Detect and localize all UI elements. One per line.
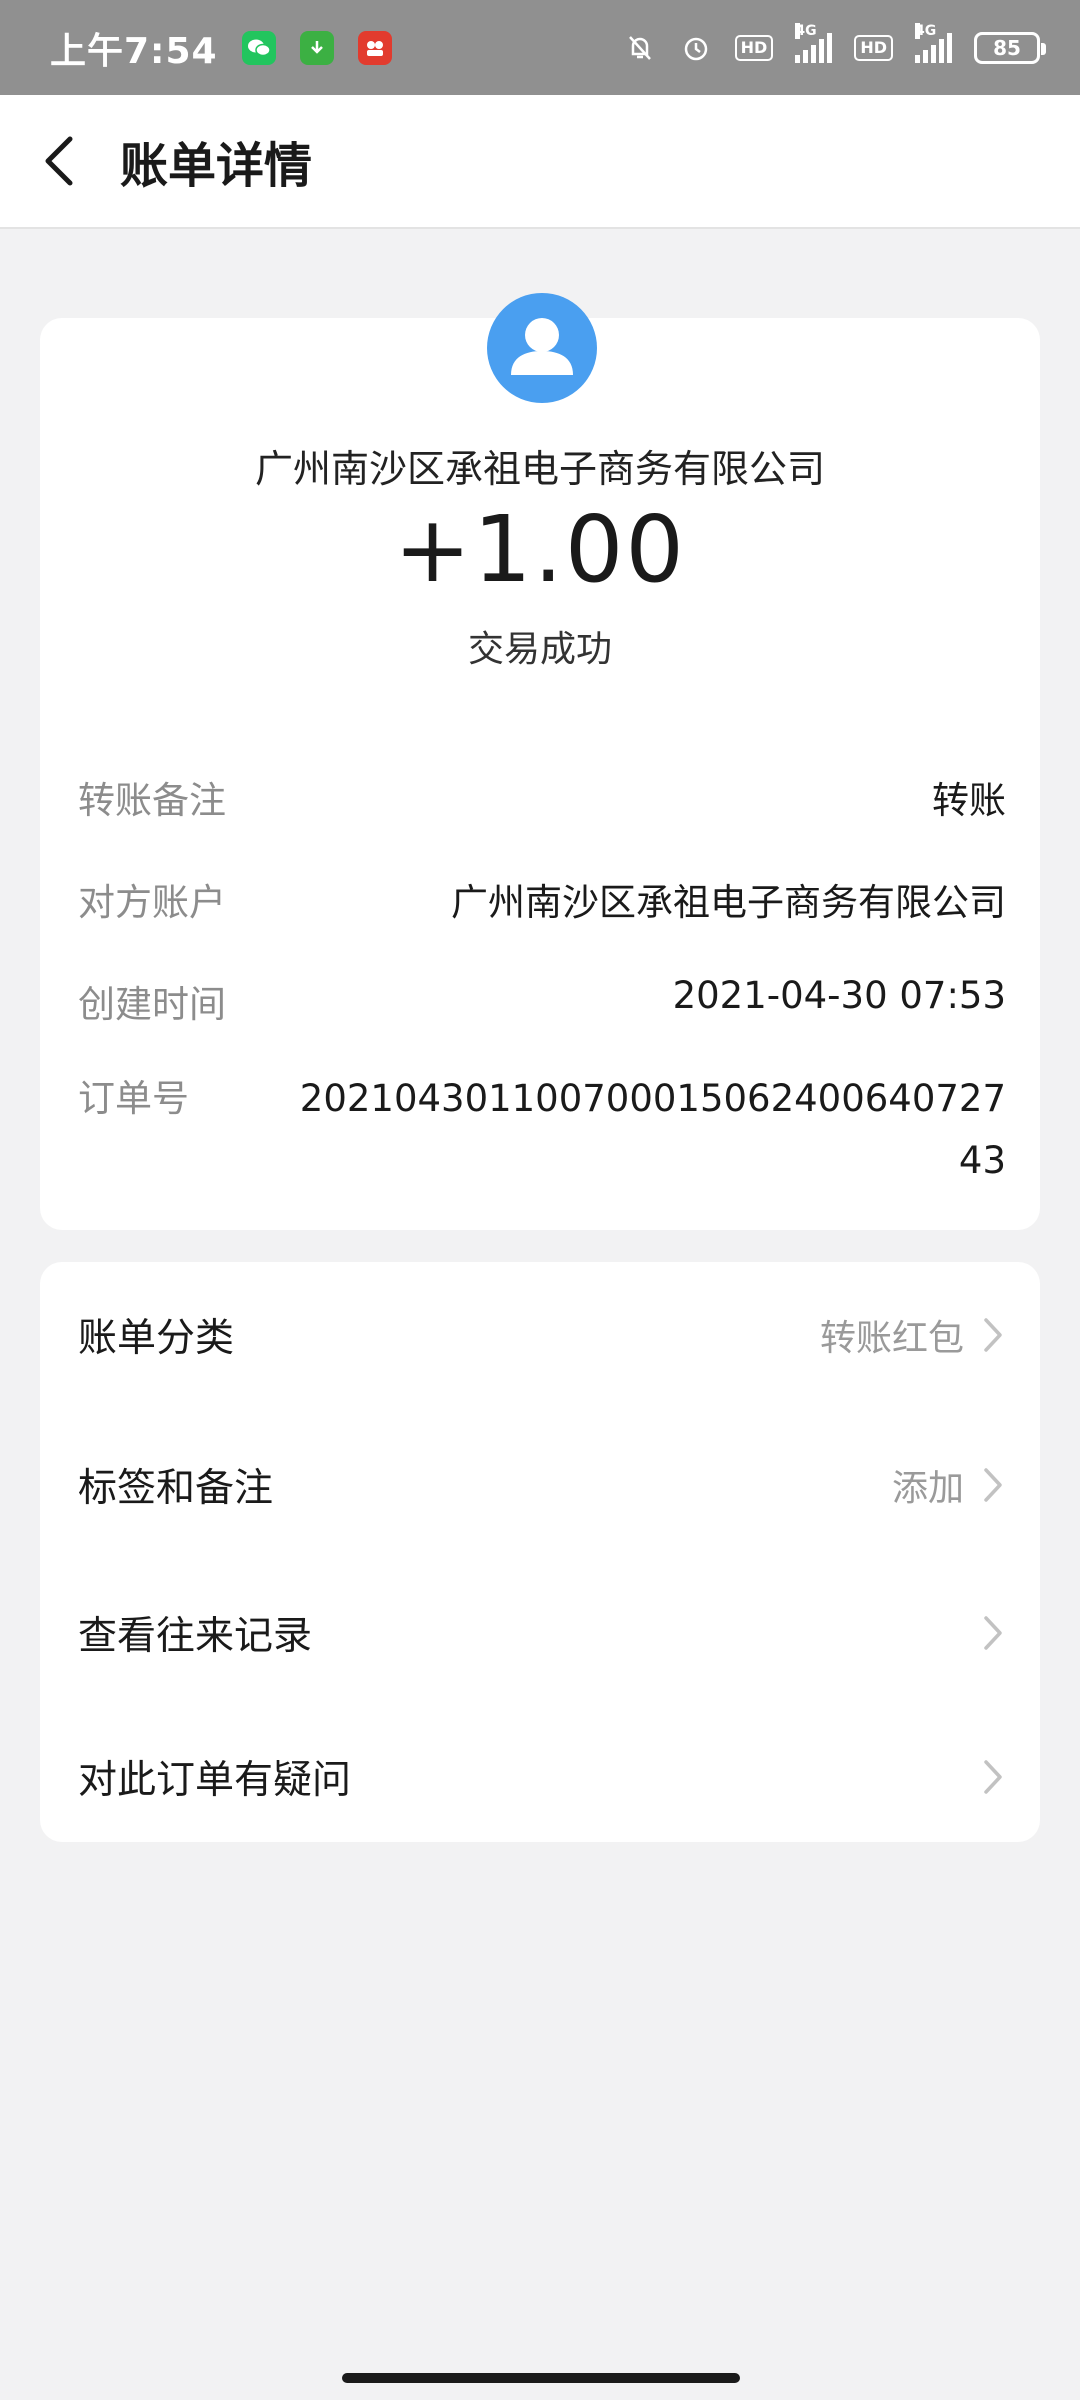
detail-value: 广州南沙区承祖电子商务有限公司 xyxy=(451,881,1006,924)
signal-icon: 4G xyxy=(795,22,833,63)
video-app-icon xyxy=(357,30,392,65)
chevron-left-icon xyxy=(45,136,73,186)
status-time: 上午7:54 xyxy=(50,30,218,72)
download-icon xyxy=(299,30,334,65)
detail-label: 对方账户 xyxy=(78,881,226,924)
menu-item-value: 转账红包 xyxy=(819,1317,964,1359)
menu-item-label: 账单分类 xyxy=(78,1315,235,1361)
hd-badge: HD xyxy=(854,34,893,61)
transaction-status: 交易成功 xyxy=(467,629,612,670)
detail-row-remark: 转账备注 转账 xyxy=(78,770,1006,824)
detail-value: 2021-04-30 07:53 xyxy=(672,974,1006,1017)
transaction-amount: +1.00 xyxy=(394,496,686,603)
chevron-right-icon xyxy=(984,1467,1002,1502)
header: 账单详情 xyxy=(0,95,1080,229)
back-button[interactable] xyxy=(0,94,120,228)
status-bar: 上午7:54 HD 4G HD 4G 85 xyxy=(0,0,1080,95)
alarm-icon xyxy=(679,31,713,65)
detail-row-time: 创建时间 2021-04-30 07:53 xyxy=(78,974,1006,1028)
chevron-right-icon xyxy=(984,1317,1002,1352)
user-icon xyxy=(511,318,573,375)
menu-item-question[interactable]: 对此订单有疑问 xyxy=(40,1704,1040,1849)
avatar xyxy=(487,293,597,403)
chevron-right-icon xyxy=(984,1615,1002,1650)
signal-icon: 4G xyxy=(915,22,952,63)
menu-item-history[interactable]: 查看往来记录 xyxy=(40,1560,1040,1705)
menu-item-category[interactable]: 账单分类 转账红包 xyxy=(40,1262,1040,1407)
detail-label: 转账备注 xyxy=(78,779,226,822)
menu-item-label: 标签和备注 xyxy=(78,1465,274,1511)
menu-item-label: 查看往来记录 xyxy=(78,1613,313,1659)
order-number: 20210430110070001506240064072743 xyxy=(299,1077,1006,1182)
detail-label: 订单号 xyxy=(78,1077,189,1120)
battery-icon: 85 xyxy=(974,31,1046,64)
detail-label: 创建时间 xyxy=(78,983,226,1026)
menu-item-value: 添加 xyxy=(891,1467,964,1509)
home-indicator[interactable] xyxy=(342,2373,740,2383)
menu-item-tags[interactable]: 标签和备注 添加 xyxy=(40,1412,1040,1557)
chevron-right-icon xyxy=(984,1759,1002,1794)
page-title: 账单详情 xyxy=(120,138,313,194)
detail-row-account: 对方账户 广州南沙区承祖电子商务有限公司 xyxy=(78,872,1006,926)
detail-value: 转账 xyxy=(932,779,1006,822)
network-type-label: 4G xyxy=(795,22,817,39)
network-type-label: 4G xyxy=(915,22,937,39)
menu-item-label: 对此订单有疑问 xyxy=(78,1757,352,1803)
hd-badge: HD xyxy=(734,34,774,61)
wechat-icon xyxy=(241,30,276,65)
battery-level: 85 xyxy=(993,35,1021,60)
merchant-name: 广州南沙区承祖电子商务有限公司 xyxy=(254,447,825,491)
detail-row-order: 订单号 20210430110070001506240064072743 xyxy=(78,1068,1006,1192)
mute-bell-icon xyxy=(623,31,657,65)
